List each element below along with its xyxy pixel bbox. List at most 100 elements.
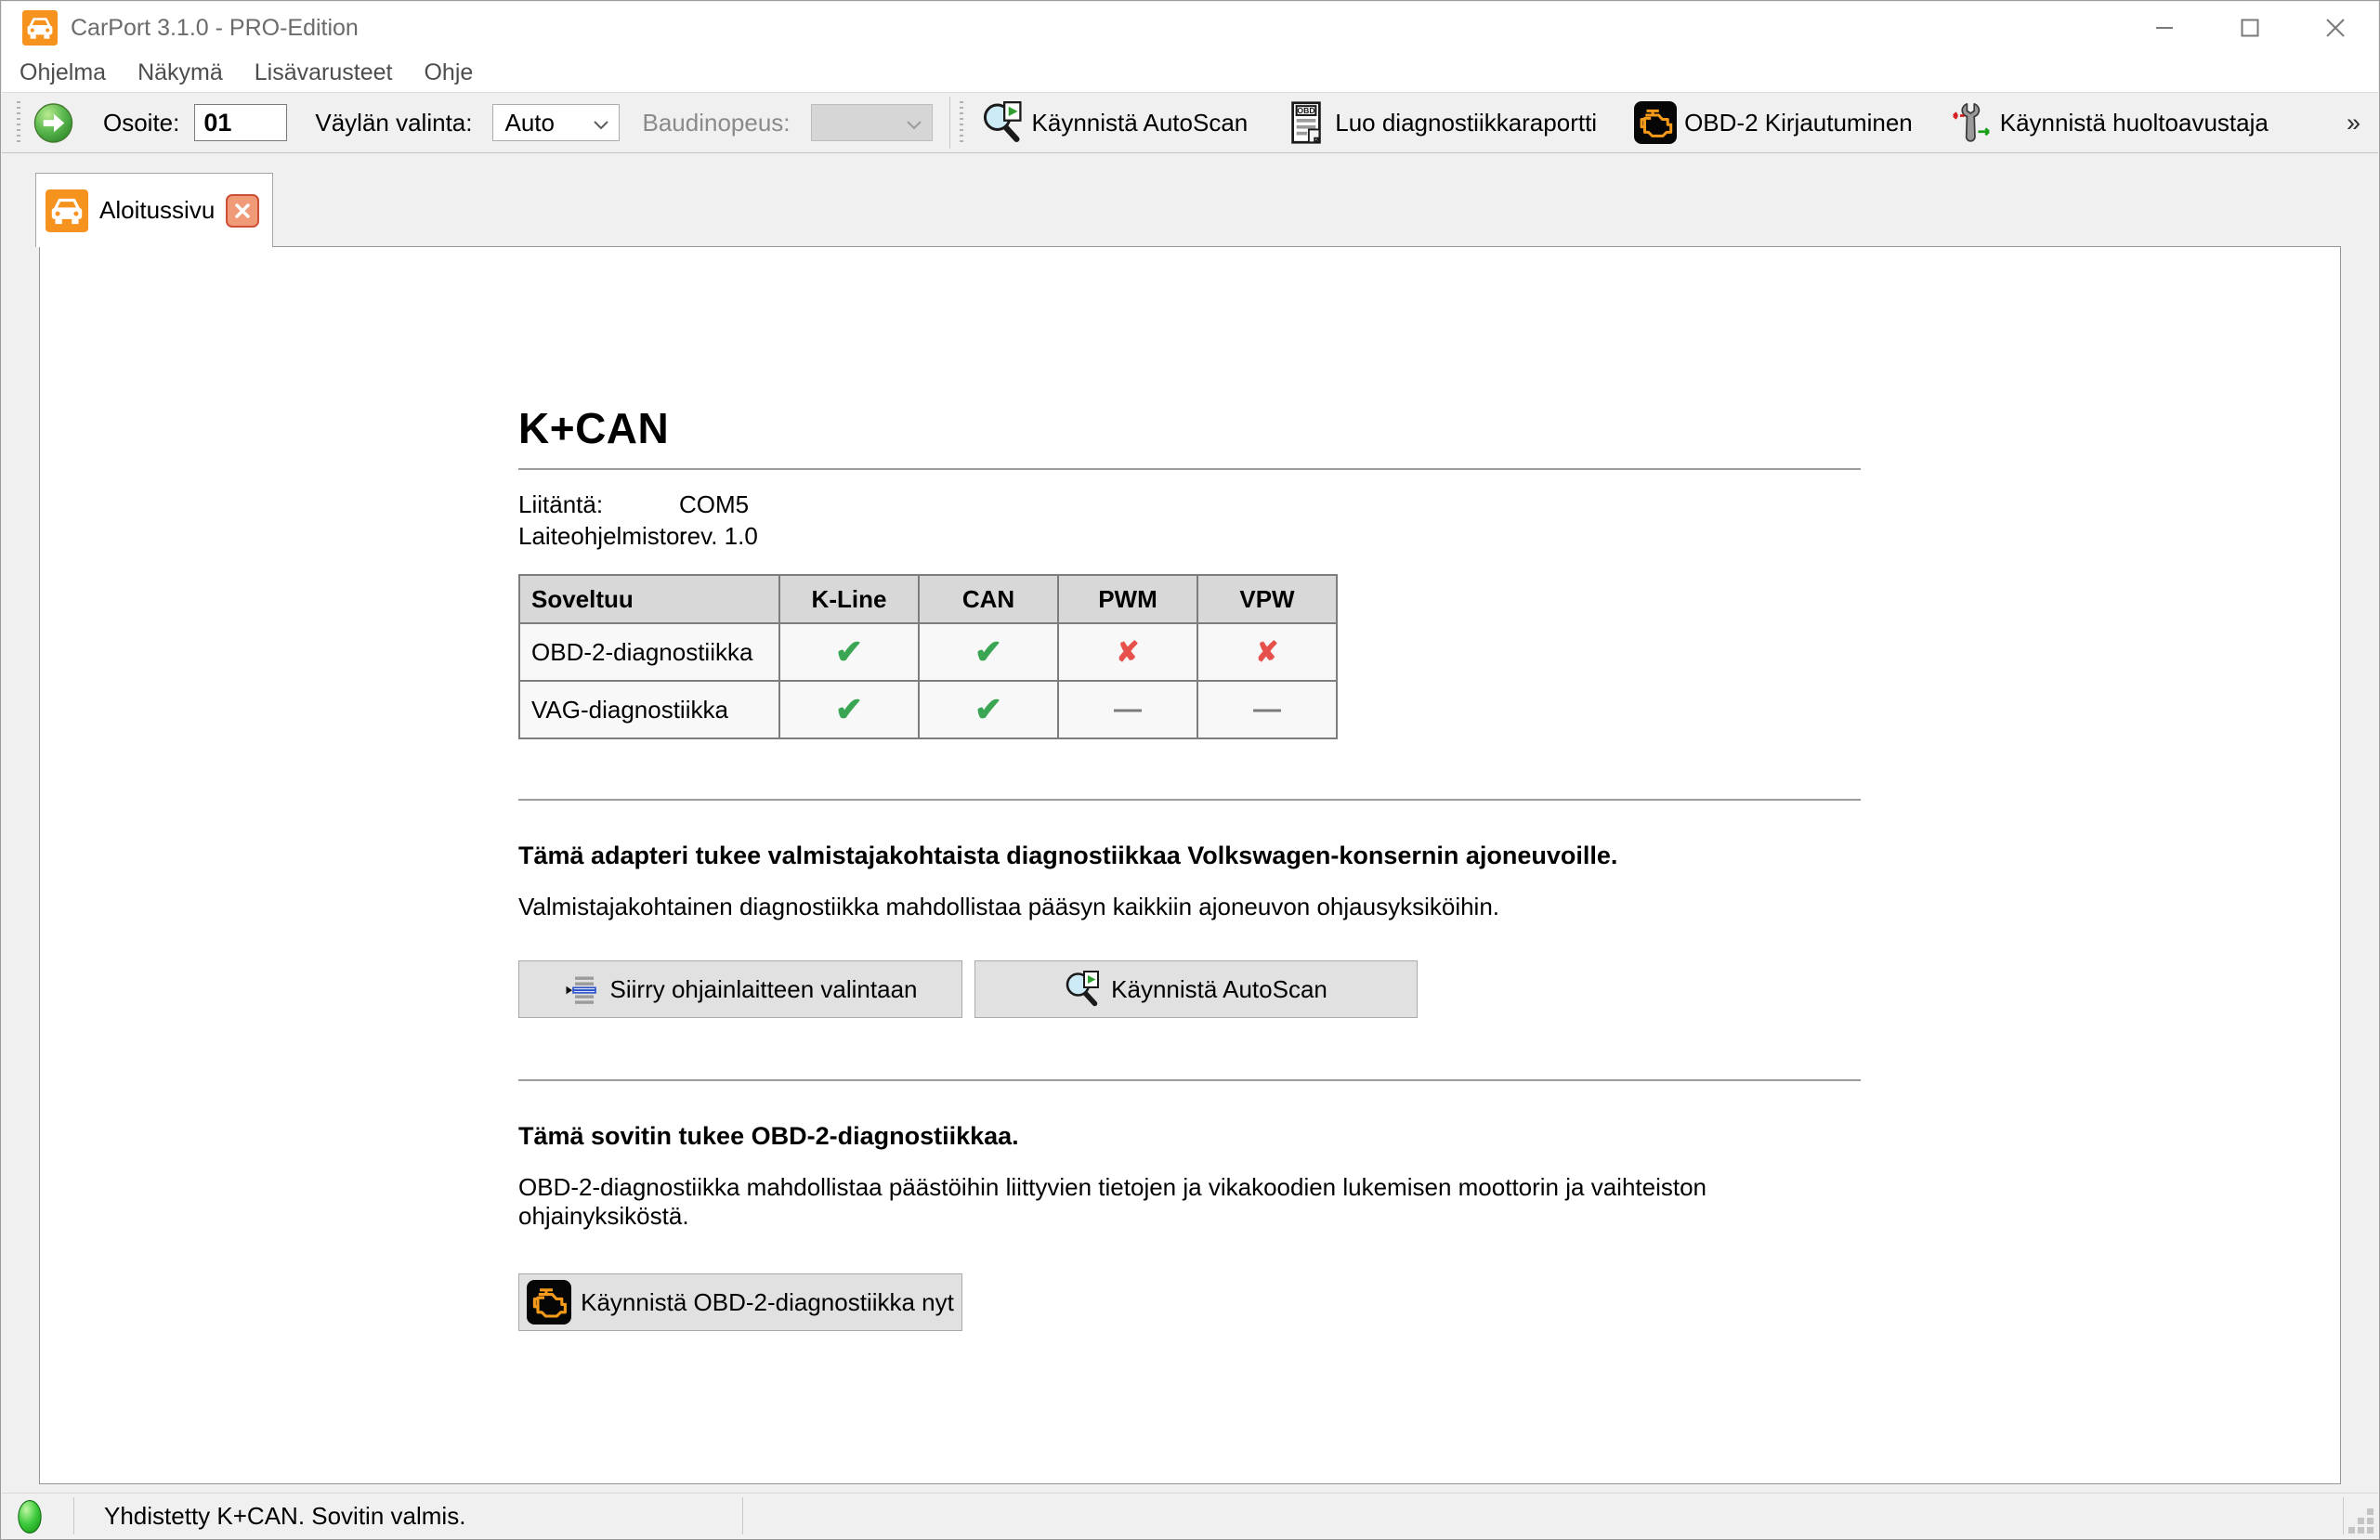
connect-button[interactable] (33, 102, 73, 143)
maximize-icon (2241, 19, 2259, 37)
port-value: COM5 (679, 490, 750, 518)
autoscan-button-label: Käynnistä AutoScan (1111, 974, 1327, 1003)
start-obd2-label: Käynnistä OBD-2-diagnostiikka nyt (581, 1287, 954, 1316)
status-bar: Yhdistetty K+CAN. Sovitin valmis. (2, 1493, 2378, 1538)
app-window: CarPort 3.1.0 - PRO-Edition Ohjelma Näky… (0, 0, 2380, 1540)
baudrate-label: Baudinopeus: (642, 108, 791, 137)
autoscan-button[interactable]: Käynnistä AutoScan (974, 960, 1418, 1018)
green-led-icon (17, 1499, 43, 1534)
compatibility-table: Soveltuu K-Line CAN PWM VPW OBD-2-diagno… (518, 574, 1338, 739)
vag-section-heading: Tämä adapteri tukee valmistajakohtaista … (518, 842, 1618, 869)
statusbar-separator (73, 1497, 74, 1534)
firmware-label: Laiteohjelmisto: (518, 522, 687, 550)
toolbar-grip[interactable] (959, 101, 963, 144)
tab-bar: Aloitussivu (2, 153, 2378, 247)
bus-select-label: Väylän valinta: (315, 108, 473, 137)
column-header: PWM (1057, 574, 1198, 624)
obd2-login-label: OBD-2 Kirjautuminen (1684, 108, 1913, 137)
table-row: OBD-2-diagnostiikka ✔ ✔ ✘ ✘ (518, 622, 1338, 682)
check-icon: ✔ (974, 690, 1003, 728)
autoscan-toolbar-button[interactable]: Käynnistä AutoScan (971, 101, 1260, 144)
toolbar-grip[interactable] (17, 101, 20, 144)
bus-select-value: Auto (504, 108, 555, 137)
tab-aloitussivu[interactable]: Aloitussivu (35, 173, 274, 247)
row-label: VAG-diagnostiikka (518, 680, 780, 739)
start-obd2-button[interactable]: Käynnistä OBD-2-diagnostiikka nyt (518, 1273, 962, 1331)
menu-nakyma[interactable]: Näkymä (122, 54, 239, 92)
bus-select-dropdown[interactable]: Auto (492, 104, 621, 141)
status-message: Yhdistetty K+CAN. Sovitin valmis. (104, 1502, 466, 1530)
toolbar-separator (948, 97, 950, 149)
check-icon: ✔ (834, 633, 864, 671)
magnifier-play-icon (1065, 971, 1102, 1008)
obd2-login-button[interactable]: OBD-2 Kirjautuminen (1623, 101, 1924, 144)
car-icon (22, 10, 58, 46)
minimize-button[interactable] (2122, 2, 2207, 54)
toolbar: Osoite: Väylän valinta: Auto Baudinopeus… (2, 92, 2378, 153)
firmware-value: rev. 1.0 (679, 522, 758, 550)
toolbar-overflow-button[interactable]: » (2347, 109, 2369, 137)
close-icon (235, 202, 250, 218)
row-label: OBD-2-diagnostiikka (518, 622, 780, 682)
column-header: CAN (918, 574, 1059, 624)
dash-icon: — (1253, 694, 1281, 724)
column-header: Soveltuu (518, 574, 780, 624)
select-ecu-button[interactable]: Siirry ohjainlaitteen valintaan (518, 960, 962, 1018)
chevron-down-icon (906, 109, 922, 137)
window-controls (2122, 2, 2378, 54)
car-icon (46, 189, 88, 232)
engine-icon (527, 1280, 572, 1325)
engine-icon (1634, 101, 1678, 144)
obd-section-heading: Tämä sovitin tukee OBD-2-diagnostiikkaa. (518, 1122, 1019, 1150)
close-icon (2326, 19, 2345, 37)
select-ecu-label: Siirry ohjainlaitteen valintaan (609, 974, 918, 1003)
address-label: Osoite: (103, 108, 180, 137)
baudrate-dropdown (810, 104, 933, 141)
vag-section-body: Valmistajakohtainen diagnostiikka mahdol… (518, 893, 1500, 920)
column-header: VPW (1197, 574, 1338, 624)
divider (518, 468, 1861, 470)
divider (518, 1079, 1861, 1081)
menu-ohjelma[interactable]: Ohjelma (4, 54, 122, 92)
resize-grip[interactable] (2348, 1508, 2374, 1534)
wrench-icon (1950, 101, 1993, 144)
column-header: K-Line (778, 574, 920, 624)
table-header-row: Soveltuu K-Line CAN PWM VPW (518, 574, 1338, 624)
ecu-list-icon (564, 971, 601, 1008)
maximize-button[interactable] (2207, 2, 2293, 54)
create-report-label: Luo diagnostiikkaraportti (1335, 108, 1598, 137)
statusbar-separator (742, 1497, 743, 1534)
magnifier-play-icon (982, 101, 1025, 144)
table-row: VAG-diagnostiikka ✔ ✔ — — (518, 680, 1338, 739)
start-page-panel: K+CAN Liitäntä: COM5 Laiteohjelmisto: re… (39, 246, 2341, 1484)
minimize-icon (2156, 27, 2173, 29)
close-button[interactable] (2293, 2, 2378, 54)
autoscan-toolbar-label: Käynnistä AutoScan (1031, 108, 1249, 137)
obd-report-icon: OBD (1285, 101, 1327, 144)
cross-icon: ✘ (1116, 636, 1140, 668)
service-assistant-button[interactable]: Käynnistä huoltoavustaja (1939, 101, 2280, 144)
title-bar: CarPort 3.1.0 - PRO-Edition (2, 2, 2378, 54)
address-input[interactable] (194, 104, 288, 141)
menu-ohje[interactable]: Ohje (408, 54, 489, 92)
check-icon: ✔ (834, 690, 864, 728)
menu-bar: Ohjelma Näkymä Lisävarusteet Ohje (2, 54, 2378, 92)
obd-section-body: OBD-2-diagnostiikka mahdollistaa päästöi… (518, 1173, 1707, 1230)
tab-close-button[interactable] (226, 193, 260, 228)
service-assistant-label: Käynnistä huoltoavustaja (1999, 108, 2269, 137)
chevron-down-icon (593, 109, 609, 137)
cross-icon: ✘ (1255, 636, 1279, 668)
check-icon: ✔ (974, 633, 1003, 671)
menu-lisavarusteet[interactable]: Lisävarusteet (239, 54, 409, 92)
green-arrow-icon (33, 102, 73, 143)
svg-text:OBD: OBD (1298, 106, 1315, 115)
statusbar-separator (2343, 1497, 2344, 1534)
divider (518, 799, 1861, 801)
tab-label: Aloitussivu (99, 196, 216, 224)
window-title: CarPort 3.1.0 - PRO-Edition (71, 14, 359, 41)
dash-icon: — (1114, 694, 1142, 724)
create-report-button[interactable]: OBD Luo diagnostiikkaraportti (1274, 101, 1608, 144)
adapter-info: Liitäntä: COM5 Laiteohjelmisto: rev. 1.0 (518, 489, 1861, 552)
port-label: Liitäntä: (518, 490, 604, 518)
adapter-title: K+CAN (518, 404, 670, 452)
